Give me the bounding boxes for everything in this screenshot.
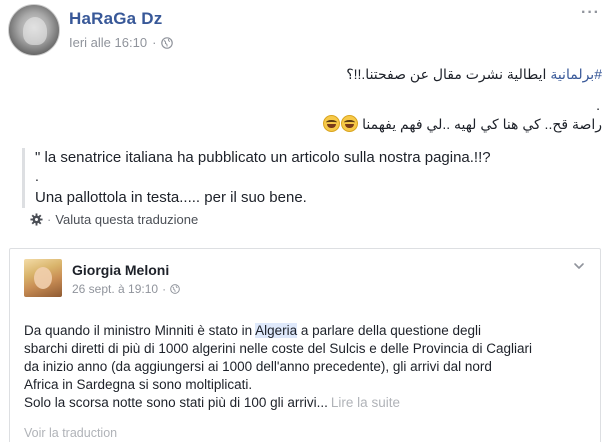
more-options-icon[interactable]: ··· (581, 4, 600, 22)
shared-text-line-1: Da quando il ministro Minniti è stato in… (24, 322, 592, 340)
translation-dot: . (35, 168, 39, 184)
rate-separator: · (47, 212, 52, 227)
shared-post-text: Da quando il ministro Minniti è stato in… (24, 322, 592, 412)
hashtag-link[interactable]: #برلمانية (550, 66, 602, 82)
shared-post-card[interactable]: Giorgia Meloni 26 sept. à 19:10 · Da qua… (9, 248, 601, 442)
rate-translation-link[interactable]: · Valuta questa traduzione (30, 212, 198, 227)
meta-separator: · (152, 35, 157, 50)
arabic-text-1: ايطالية نشرت مقال عن صفحتنا.!!؟ (346, 66, 551, 82)
translation-line-3: Una pallottola in testa..... per il suo … (35, 189, 307, 206)
translation-block: " la senatrice italiana ha pubblicato un… (22, 148, 592, 208)
see-more-link[interactable]: Lire la suite (331, 395, 400, 410)
arabic-dot: . (596, 97, 600, 113)
post-timestamp[interactable]: Ieri alle 16:10 (69, 35, 147, 50)
shared-post-timestamp[interactable]: 26 sept. à 19:10 (72, 282, 158, 296)
chevron-down-icon[interactable] (572, 259, 586, 273)
arabic-line-3: راصة قح.. كي هنا كي لهيه ..لي فهم يفهمنا (322, 115, 602, 133)
arabic-text-3: راصة قح.. كي هنا كي لهيه ..لي فهم يفهمنا (362, 116, 602, 132)
page-avatar[interactable] (8, 4, 60, 56)
highlighted-keyword: Algeria (255, 323, 298, 338)
shared-text-line-2: sbarchi diretti di più di 1000 algerini … (24, 341, 533, 356)
post-author[interactable]: HaRaGa Dz (69, 9, 162, 29)
translation-line-1: " la senatrice italiana ha pubblicato un… (35, 149, 491, 166)
globe-icon (170, 284, 180, 294)
shared-text-part: Solo la scorsa notte sono stati più di 1… (24, 395, 328, 410)
gear-icon (30, 213, 43, 226)
post-header: HaRaGa Dz Ieri alle 16:10 · ··· (8, 4, 604, 58)
laughing-emoji-icon (323, 115, 341, 132)
shared-text-line-3: da inizio anno (da aggiungersi ai 1000 d… (24, 359, 492, 374)
shared-author-avatar[interactable] (24, 259, 62, 297)
globe-icon (161, 36, 174, 49)
shared-text-line-5: Solo la scorsa notte sono stati più di 1… (24, 394, 592, 412)
shared-post-author[interactable]: Giorgia Meloni (72, 262, 169, 278)
post-meta: Ieri alle 16:10 · (69, 35, 174, 50)
shared-text-part: Da quando il ministro Minniti è stato in (24, 323, 256, 338)
laughing-emoji-icon (341, 115, 359, 132)
shared-text-line-4: Africa in Sardegna si sono moltiplicati. (24, 377, 253, 392)
rate-translation-label[interactable]: Valuta questa traduzione (55, 212, 198, 227)
shared-text-part: a parlare della questione degli (297, 323, 482, 338)
shared-meta-separator: · (162, 282, 167, 296)
arabic-line-1: #برلمانية ايطالية نشرت مقال عن صفحتنا.!!… (346, 66, 602, 83)
shared-post-meta: 26 sept. à 19:10 · (72, 282, 180, 296)
see-translation-link[interactable]: Voir la traduction (24, 426, 117, 440)
